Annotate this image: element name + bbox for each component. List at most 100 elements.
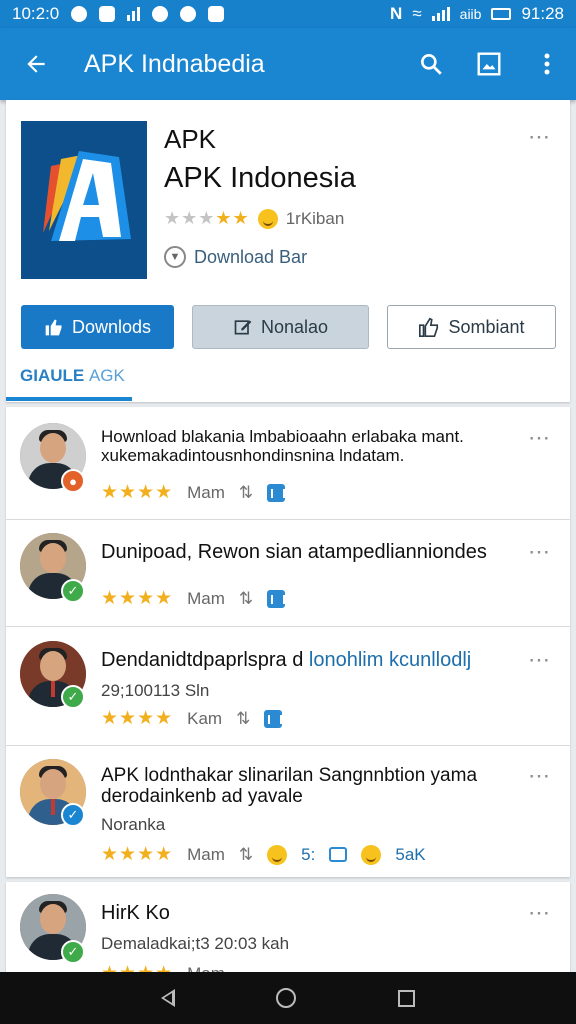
review-more-icon[interactable]: ⋯ (528, 902, 551, 924)
signal-icon (431, 7, 450, 21)
more-vert-icon (544, 53, 550, 75)
repost-icon[interactable]: ⇅ (236, 709, 250, 729)
review-text: Dendanidtdpaprlspra d lonohlim kcunllodl… (101, 649, 541, 672)
nav-home-icon[interactable] (276, 988, 297, 1008)
notification-icon (180, 6, 197, 22)
review-more-icon[interactable]: ⋯ (528, 765, 551, 787)
tab-secondary-label: AGK (88, 366, 125, 385)
review-action-label: Mam (187, 588, 225, 608)
edit-icon (234, 320, 252, 335)
divider (6, 519, 570, 520)
download-button[interactable]: Downlods (21, 305, 174, 349)
comment-icon[interactable] (329, 847, 348, 862)
review-name: HirK Ko (101, 902, 170, 924)
nav-back-icon[interactable] (160, 989, 175, 1007)
rating-stars: ★★★★★ (164, 208, 250, 228)
app-name: APK (164, 124, 217, 154)
review-more-icon[interactable]: ⋯ (528, 541, 551, 563)
reaction-count: 5: (301, 844, 316, 864)
notification-icon (152, 6, 169, 22)
download-button-label: Downlods (71, 316, 152, 337)
network-label: aiib (459, 6, 482, 22)
trash-icon[interactable] (267, 483, 286, 502)
review-actions: ★★★★ Mam ⇅ 5: 5aK (101, 843, 426, 866)
review-text-dark: Dendanidtdpaprlspra d (101, 649, 309, 671)
image-icon (477, 52, 501, 76)
notification-icon (99, 6, 116, 22)
rating-row: ★★★★★ 1rKiban (164, 208, 344, 229)
status-time-left: 10:2:0 (12, 4, 60, 23)
trash-icon[interactable] (264, 709, 283, 728)
review-text: Dunipoad, Rewon sian atampedlianniondes (101, 541, 487, 563)
review-more-icon[interactable]: ⋯ (528, 649, 551, 671)
middle-button-label: Nonalao (260, 316, 329, 337)
thumb-up-icon (419, 317, 439, 337)
verified-check-icon: ✓ (61, 803, 85, 827)
verified-check-icon: ✓ (61, 685, 85, 709)
back-button[interactable] (0, 28, 72, 100)
app-card-more-icon[interactable]: ⋯ (528, 126, 551, 148)
review-subtitle: Noranka (101, 815, 166, 834)
review-actions: ★★★★ Mam ⇅ (101, 481, 286, 504)
tab-primary-label: GIAULE (20, 366, 85, 385)
system-nav-bar (0, 972, 576, 1024)
thumb-up-icon (45, 319, 62, 336)
signal-icon (127, 7, 141, 21)
review-stars: ★★★★ (101, 588, 174, 609)
tab-giaule[interactable]: GIAULE AGK (20, 366, 125, 386)
review-stars: ★★★★ (101, 708, 174, 729)
review-actions: ★★★★ Mam ⇅ (101, 587, 286, 610)
notification-icon (208, 6, 225, 22)
repost-icon[interactable]: ⇅ (239, 589, 253, 609)
download-circle-icon: ▼ (164, 246, 186, 268)
rating-count: 1rKiban (285, 208, 345, 228)
badge-icon: ● (61, 469, 85, 493)
review-action-label: Mam (187, 482, 225, 502)
status-bar: 10:2:0 N ≈ aiib 91:28 (0, 0, 576, 28)
repost-icon[interactable]: ⇅ (239, 845, 253, 865)
review-stars: ★★★★ (101, 482, 174, 503)
outline-button-label: Sombiant (448, 316, 525, 337)
verified-check-icon: ✓ (61, 579, 85, 603)
reaction-label: 5aK (395, 844, 426, 864)
search-button[interactable] (402, 28, 460, 100)
divider (6, 626, 570, 627)
repost-icon[interactable]: ⇅ (239, 483, 253, 503)
review-actions: ★★★★ Kam ⇅ (101, 707, 283, 730)
app-logo[interactable] (21, 121, 147, 279)
divider (6, 745, 570, 746)
status-time-right: 91:28 (521, 4, 564, 23)
app-logo-icon (21, 121, 147, 279)
smiley-icon (257, 208, 278, 229)
middle-button[interactable]: Nonalao (192, 305, 369, 349)
emoji-icon[interactable] (361, 844, 382, 865)
reviews-card: ● Hownload blakania lmbabioaahn erlabaka… (6, 407, 570, 877)
review-text: Hownload blakania lmbabioaahn erlabaka m… (101, 427, 464, 465)
emoji-icon[interactable] (267, 844, 288, 865)
battery-icon (491, 8, 512, 20)
review-stars: ★★★★ (101, 844, 174, 865)
download-bar-link[interactable]: ▼ Download Bar (164, 246, 307, 268)
nav-recents-icon[interactable] (398, 989, 416, 1007)
review-action-label: Kam (187, 708, 223, 728)
app-info-card: APK APK Indonesia ★★★★★ 1rKiban ▼ Downlo… (6, 100, 570, 402)
review-action-label: Mam (187, 844, 225, 864)
back-arrow-icon (27, 55, 45, 73)
review-text-link[interactable]: lonohlim kcunllodlj (309, 649, 471, 671)
download-bar-label: Download Bar (194, 246, 308, 267)
app-bar-title: APK Indnabedia (84, 49, 265, 78)
review-subtitle: 29;100113 Sln (101, 681, 210, 700)
image-button[interactable] (460, 28, 518, 100)
app-bar: APK Indnabedia (0, 28, 576, 100)
nfc-icon: N (390, 4, 403, 23)
more-options-button[interactable] (518, 28, 576, 100)
review-more-icon[interactable]: ⋯ (528, 427, 551, 449)
search-icon (421, 54, 442, 75)
tab-indicator (6, 397, 132, 401)
review-card-partial: ✓ HirK Ko Demaladkai;t3 20:03 kah ★★★★ M… (6, 882, 570, 984)
outline-button[interactable]: Sombiant (387, 305, 556, 349)
notification-icon (71, 6, 88, 22)
review-subtitle: Demaladkai;t3 20:03 kah (101, 934, 290, 953)
wifi-icon: ≈ (412, 4, 422, 23)
trash-icon[interactable] (267, 589, 286, 608)
